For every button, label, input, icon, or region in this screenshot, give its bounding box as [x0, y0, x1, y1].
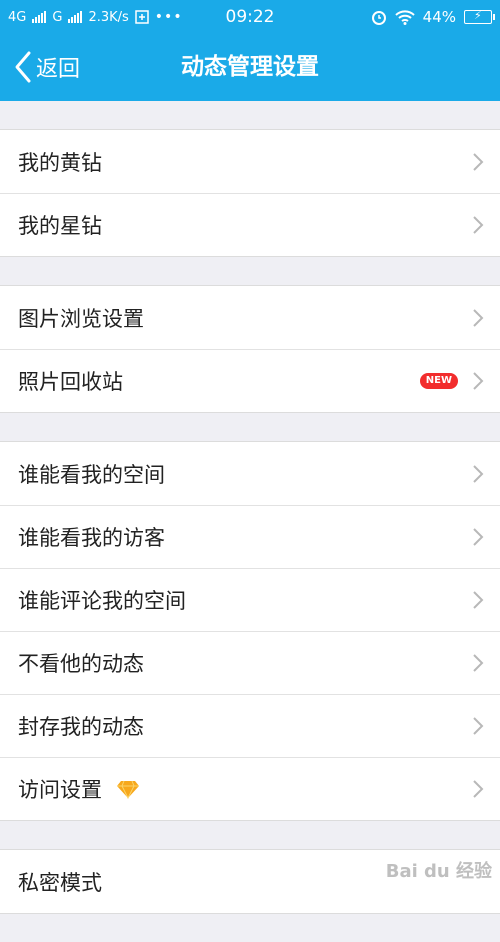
chevron-right-icon [473, 371, 484, 390]
row-label: 谁能看我的访客 [18, 525, 165, 550]
row-who-can-view-visitors[interactable]: 谁能看我的访客 [0, 505, 500, 568]
alarm-icon [371, 11, 386, 25]
group-privacy: 谁能看我的空间 谁能看我的访客 谁能评论我的空间 不看他的动态 封存我的动态 访… [0, 441, 500, 821]
row-label: 我的星钻 [18, 213, 102, 238]
row-who-can-comment[interactable]: 谁能评论我的空间 [0, 568, 500, 631]
row-image-browse-settings[interactable]: 图片浏览设置 [0, 286, 500, 349]
group-diamonds: 我的黄钻 我的星钻 [0, 129, 500, 257]
chevron-right-icon [473, 464, 484, 483]
row-label: 照片回收站 [18, 369, 123, 394]
row-label: 不看他的动态 [18, 651, 144, 676]
battery-icon: ⚡ [464, 9, 495, 24]
back-button[interactable]: 返回 [12, 50, 80, 84]
row-label: 我的黄钻 [18, 150, 102, 175]
row-label: 封存我的动态 [18, 714, 144, 739]
signal-icon [68, 11, 83, 23]
status-left: 4G G 2.3K/s ••• [8, 9, 371, 25]
chevron-right-icon [473, 527, 484, 546]
chevron-left-icon [15, 51, 31, 83]
status-right: 44% ⚡ [371, 8, 495, 26]
chevron-right-icon [473, 590, 484, 609]
more-icon: ••• [154, 9, 183, 25]
row-label: 访问设置 [18, 777, 102, 802]
row-label: 私密模式 [18, 870, 102, 895]
row-who-can-view-space[interactable]: 谁能看我的空间 [0, 442, 500, 505]
back-label: 返回 [36, 57, 81, 82]
group-photos: 图片浏览设置 照片回收站 NEW [0, 285, 500, 413]
battery-percent: 44% [422, 8, 456, 26]
status-bar: 4G G 2.3K/s ••• 09:22 44% ⚡ [0, 0, 500, 34]
network-label-4g: 4G [8, 9, 27, 25]
wifi-icon [394, 9, 415, 25]
network-label-g: G [52, 9, 63, 25]
page-title: 动态管理设置 [181, 54, 319, 80]
new-badge: NEW [419, 372, 458, 389]
screenshot-icon [135, 10, 149, 24]
diamond-icon [117, 780, 139, 799]
settings-list: 我的黄钻 我的星钻 图片浏览设置 照片回收站 NEW 谁能看我的空间 谁能看我的… [0, 129, 500, 942]
row-star-diamond[interactable]: 我的星钻 [0, 193, 500, 256]
watermark: Bai du 经验 [385, 861, 492, 882]
row-hide-their-feed[interactable]: 不看他的动态 [0, 631, 500, 694]
chevron-right-icon [473, 779, 484, 798]
row-photo-recycle-bin[interactable]: 照片回收站 NEW [0, 349, 500, 412]
row-archive-my-feed[interactable]: 封存我的动态 [0, 694, 500, 757]
chevron-right-icon [473, 215, 484, 234]
row-yellow-diamond[interactable]: 我的黄钻 [0, 130, 500, 193]
chevron-right-icon [473, 716, 484, 735]
nav-bar: 返回 动态管理设置 [0, 34, 500, 101]
row-label: 图片浏览设置 [18, 306, 144, 331]
row-access-settings[interactable]: 访问设置 [0, 757, 500, 820]
signal-icon [32, 11, 47, 23]
chevron-right-icon [473, 152, 484, 171]
chevron-right-icon [473, 653, 484, 672]
row-label: 谁能看我的空间 [18, 462, 165, 487]
network-speed: 2.3K/s [88, 9, 129, 25]
chevron-right-icon [473, 308, 484, 327]
row-label: 谁能评论我的空间 [18, 588, 186, 613]
